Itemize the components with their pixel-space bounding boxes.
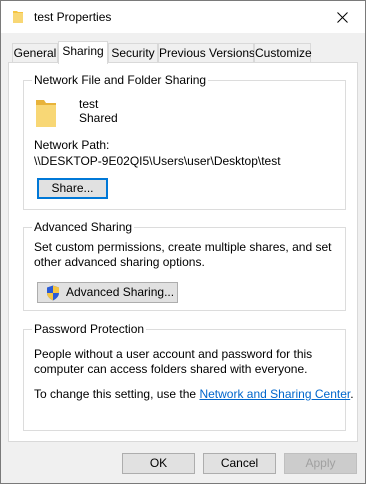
change-suffix: . [350, 387, 354, 401]
password-protection-description: People without a user account and passwo… [34, 347, 313, 376]
advanced-sharing-group: Advanced Sharing Set custom permissions,… [23, 220, 346, 311]
tab-strip: General Sharing Security Previous Versio… [1, 41, 365, 64]
window-title: test Properties [34, 10, 112, 24]
close-button[interactable] [319, 1, 365, 33]
group-title: Advanced Sharing [32, 220, 135, 234]
button-label: Advanced Sharing... [66, 285, 175, 299]
password-protection-group: Password Protection People without a use… [23, 322, 354, 431]
network-sharing-group: Network File and Folder Sharing test Sha… [23, 73, 346, 210]
tab-label: General [13, 46, 57, 60]
tab-general[interactable]: General [12, 43, 58, 63]
change-setting-text: To change this setting, use the Network … [34, 387, 354, 402]
tab-security[interactable]: Security [108, 43, 158, 63]
network-sharing-center-link[interactable]: Network and Sharing Center [199, 387, 350, 401]
apply-button[interactable]: Apply [284, 453, 357, 474]
cancel-button[interactable]: Cancel [203, 453, 276, 474]
group-title: Password Protection [32, 322, 147, 336]
ok-button[interactable]: OK [122, 453, 195, 474]
folder-name: test [79, 97, 99, 111]
title-bar: test Properties [1, 1, 365, 33]
network-path-value: \\DESKTOP-9E02QI5\Users\user\Desktop\tes… [34, 154, 281, 168]
folder-icon [13, 11, 23, 23]
close-icon [336, 11, 348, 23]
tab-label: Previous Versions [159, 46, 256, 60]
network-path-label: Network Path: [34, 138, 110, 152]
share-button[interactable]: Share... [37, 178, 108, 199]
tab-label: Security [111, 46, 155, 60]
shield-icon [47, 285, 59, 301]
folder-status: Shared [79, 111, 118, 125]
group-title: Network File and Folder Sharing [32, 73, 209, 87]
tab-customize[interactable]: Customize [254, 43, 312, 63]
advanced-sharing-description: Set custom permissions, create multiple … [34, 240, 332, 269]
sharing-tab-panel: Network File and Folder Sharing test Sha… [8, 62, 358, 442]
tab-label: Sharing [62, 44, 104, 58]
tab-previous-versions[interactable]: Previous Versions [158, 43, 256, 63]
tab-label: Customize [255, 46, 312, 60]
properties-dialog: test Properties General Sharing Security… [0, 0, 366, 484]
change-prefix: To change this setting, use the [34, 387, 200, 401]
folder-icon [36, 100, 56, 127]
advanced-sharing-button[interactable]: Advanced Sharing... [37, 282, 178, 303]
tab-sharing[interactable]: Sharing [58, 41, 108, 64]
